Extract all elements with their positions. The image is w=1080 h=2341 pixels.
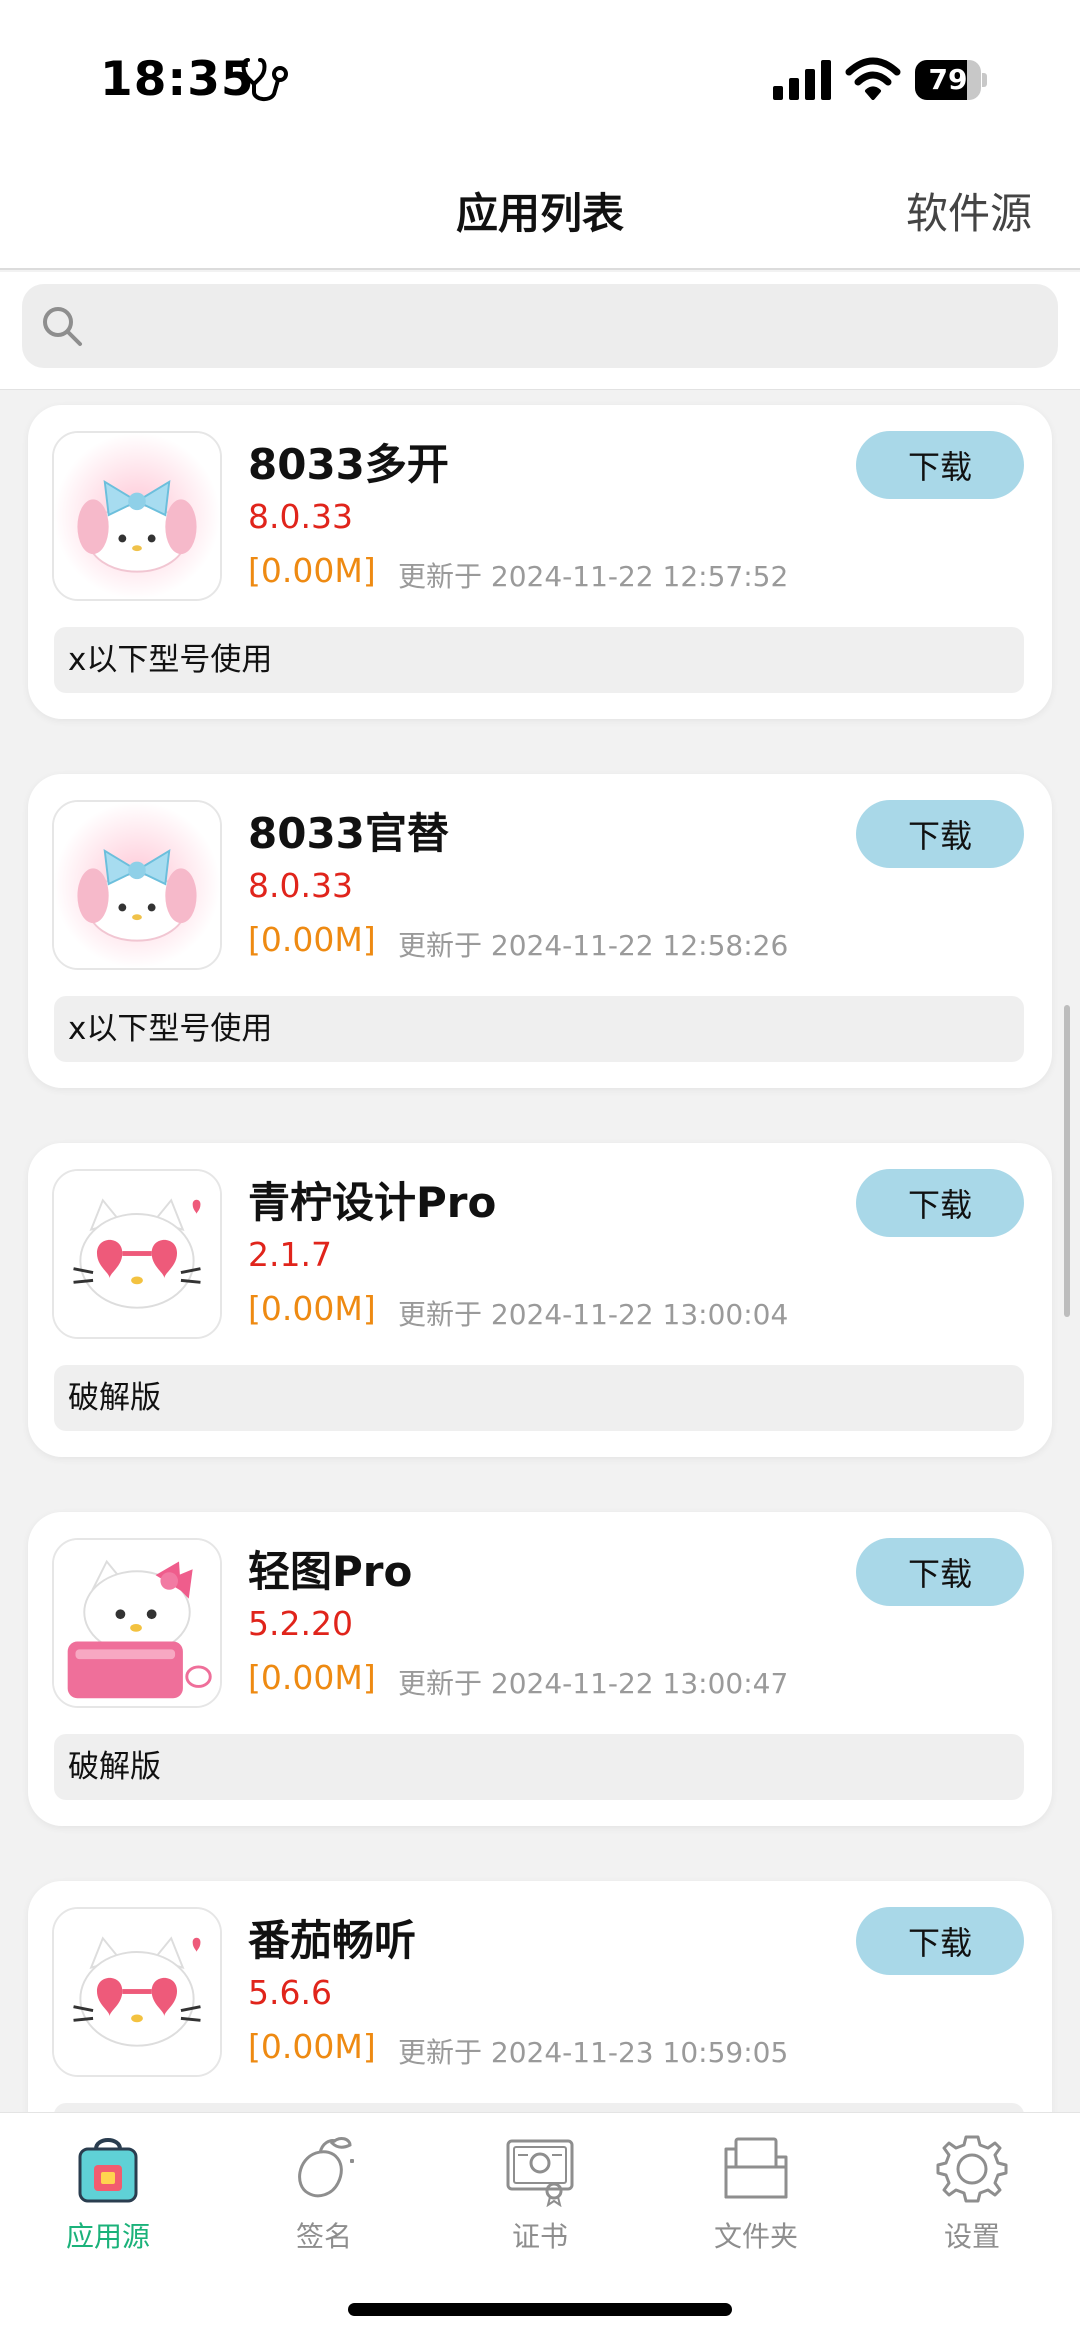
app-description: 破解版 <box>54 1365 1024 1431</box>
download-button[interactable]: 下载 <box>856 1169 1024 1237</box>
home-indicator <box>348 2303 732 2316</box>
app-icon <box>52 1907 222 2077</box>
tab-app-source[interactable]: 应用源 <box>0 2131 216 2271</box>
status-time: 18:35 <box>100 52 255 107</box>
tab-sign[interactable]: 签名 <box>216 2131 432 2271</box>
battery-indicator: 79 <box>915 60 987 100</box>
app-updated-time: 更新于 2024-11-22 12:58:26 <box>398 929 789 962</box>
app-icon <box>52 1538 222 1708</box>
navigation-bar: 应用列表 软件源 <box>0 150 1080 270</box>
app-name: 番茄畅听 <box>248 1916 417 1965</box>
app-version: 5.6.6 <box>248 1973 332 2012</box>
app-name: 青柠设计Pro <box>248 1178 497 1227</box>
app-version: 8.0.33 <box>248 866 353 905</box>
search-input[interactable] <box>102 284 1042 368</box>
app-version: 2.1.7 <box>248 1235 332 1274</box>
wifi-icon <box>845 57 901 100</box>
battery-body: 79 <box>915 60 981 100</box>
app-version: 5.2.20 <box>248 1604 353 1643</box>
my-melody-bow-icon <box>54 802 220 968</box>
app-card[interactable]: 番茄畅听 5.6.6 [0.00M] 更新于 2024-11-23 10:59:… <box>28 1881 1052 2112</box>
folder-icon <box>724 2137 788 2199</box>
search-area <box>0 272 1080 390</box>
app-icon <box>52 800 222 970</box>
download-button[interactable]: 下载 <box>856 1907 1024 1975</box>
app-size: [0.00M] <box>248 1658 376 1697</box>
app-name: 8033官替 <box>248 809 449 858</box>
app-description: x以下型号使用 <box>54 627 1024 693</box>
app-updated-time: 更新于 2024-11-22 13:00:47 <box>398 1667 789 1700</box>
tab-folder[interactable]: 文件夹 <box>648 2131 864 2271</box>
gear-icon <box>936 2135 1008 2203</box>
search-box[interactable] <box>22 284 1058 368</box>
hello-kitty-heart-glasses-icon <box>54 1909 220 2075</box>
download-button[interactable]: 下载 <box>856 800 1024 868</box>
tab-label: 应用源 <box>65 2220 150 2253</box>
tab-label: 签名 <box>295 2220 352 2253</box>
app-card[interactable]: 青柠设计Pro 2.1.7 [0.00M] 更新于 2024-11-22 13:… <box>28 1143 1052 1457</box>
app-version: 8.0.33 <box>248 497 353 536</box>
tab-certificate[interactable]: 证书 <box>432 2131 648 2271</box>
app-size: [0.00M] <box>248 551 376 590</box>
download-button[interactable]: 下载 <box>856 1538 1024 1606</box>
scroll-indicator[interactable] <box>1064 1005 1070 1317</box>
hello-kitty-heart-glasses-icon <box>54 1171 220 1337</box>
app-card[interactable]: 8033官替 8.0.33 [0.00M] 更新于 2024-11-22 12:… <box>28 774 1052 1088</box>
app-name: 轻图Pro <box>248 1547 413 1596</box>
app-updated-time: 更新于 2024-11-22 12:57:52 <box>398 560 789 593</box>
app-updated-time: 更新于 2024-11-23 10:59:05 <box>398 2036 789 2069</box>
my-melody-bow-icon <box>54 433 220 599</box>
search-icon <box>43 307 82 346</box>
tab-label: 证书 <box>511 2220 568 2253</box>
app-card[interactable]: 轻图Pro 5.2.20 [0.00M] 更新于 2024-11-22 13:0… <box>28 1512 1052 1826</box>
app-description <box>54 2103 1024 2112</box>
app-size: [0.00M] <box>248 1289 376 1328</box>
hello-kitty-laptop-icon <box>54 1540 220 1706</box>
app-size: [0.00M] <box>248 2027 376 2066</box>
mango-icon <box>298 2137 354 2198</box>
app-size: [0.00M] <box>248 920 376 959</box>
app-icon <box>52 431 222 601</box>
app-description: x以下型号使用 <box>54 996 1024 1062</box>
battery-level-text: 79 <box>928 63 968 96</box>
certificate-icon <box>506 2139 574 2207</box>
battery-nub <box>982 73 987 87</box>
tab-settings[interactable]: 设置 <box>864 2131 1080 2271</box>
app-description: 破解版 <box>54 1734 1024 1800</box>
software-source-button[interactable]: 软件源 <box>906 180 1032 241</box>
app-list[interactable]: 8033多开 8.0.33 [0.00M] 更新于 2024-11-22 12:… <box>0 390 1080 2112</box>
cellular-signal-icon <box>773 60 831 100</box>
stethoscope-icon <box>241 58 288 101</box>
status-bar: 18:35 79 <box>0 0 1080 150</box>
app-icon <box>52 1169 222 1339</box>
app-updated-time: 更新于 2024-11-22 13:00:04 <box>398 1298 789 1331</box>
tab-label: 文件夹 <box>713 2220 798 2253</box>
app-name: 8033多开 <box>248 440 449 489</box>
download-button[interactable]: 下载 <box>856 431 1024 499</box>
tab-label: 设置 <box>943 2220 1000 2253</box>
app-card[interactable]: 8033多开 8.0.33 [0.00M] 更新于 2024-11-22 12:… <box>28 405 1052 719</box>
app-list-screen: 18:35 79 应用列表 软件源 8033多开 8.0.33 [0.00M] … <box>0 0 1080 2341</box>
shopping-bag-icon <box>78 2138 138 2203</box>
